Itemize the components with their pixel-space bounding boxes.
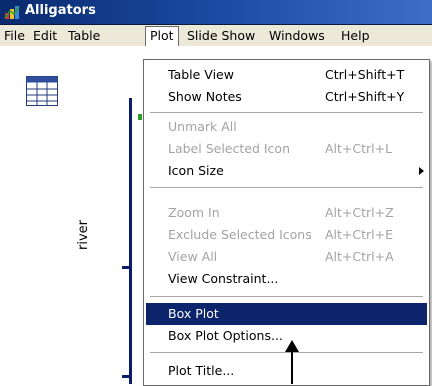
menu-item-label-selected-icon[interactable]: Label Selected Icon Alt+Ctrl+L — [146, 138, 427, 160]
menu-item-show-notes[interactable]: Show Notes Ctrl+Shift+Y — [146, 86, 427, 108]
menu-windows[interactable]: Windows — [265, 27, 329, 44]
menu-item-view-all[interactable]: View All Alt+Ctrl+A — [146, 246, 427, 268]
plot-axis-line — [129, 98, 132, 384]
app-window: Alligators File Edit Table Plot Slide Sh… — [0, 0, 432, 386]
data-marker — [138, 114, 142, 120]
menu-item-icon-size[interactable]: Icon Size — [146, 160, 427, 182]
axis-tick — [122, 266, 131, 269]
axis-tick — [122, 375, 131, 378]
pointer-arrow-icon — [285, 340, 299, 384]
menu-item-box-plot[interactable]: Box Plot — [146, 303, 427, 325]
menu-bar: File Edit Table Plot Slide Show Windows … — [0, 25, 432, 47]
menu-separator — [150, 187, 423, 188]
menu-slide-show[interactable]: Slide Show — [183, 27, 259, 44]
app-icon[interactable] — [4, 4, 20, 20]
menu-item-unmark-all[interactable]: Unmark All — [146, 116, 427, 138]
submenu-arrow-icon — [419, 167, 424, 175]
menu-separator — [150, 296, 423, 297]
menu-item-view-constraint[interactable]: View Constraint... — [146, 268, 427, 290]
window-title: Alligators — [25, 3, 96, 18]
menu-file[interactable]: File — [0, 27, 29, 44]
menu-item-zoom-in[interactable]: Zoom In Alt+Ctrl+Z — [146, 202, 427, 224]
menu-edit[interactable]: Edit — [29, 27, 61, 44]
plot-menu-dropdown: Table View Ctrl+Shift+T Show Notes Ctrl+… — [143, 59, 430, 386]
table-icon[interactable] — [26, 76, 58, 106]
menu-item-table-view[interactable]: Table View Ctrl+Shift+T — [146, 64, 427, 86]
menu-table[interactable]: Table — [64, 27, 104, 44]
axis-label-river: river — [76, 220, 91, 250]
title-bar[interactable]: Alligators — [0, 0, 432, 25]
menu-item-exclude-selected-icons[interactable]: Exclude Selected Icons Alt+Ctrl+E — [146, 224, 427, 246]
menu-plot[interactable]: Plot — [145, 26, 179, 46]
menu-help[interactable]: Help — [337, 27, 374, 44]
menu-separator — [150, 112, 423, 113]
